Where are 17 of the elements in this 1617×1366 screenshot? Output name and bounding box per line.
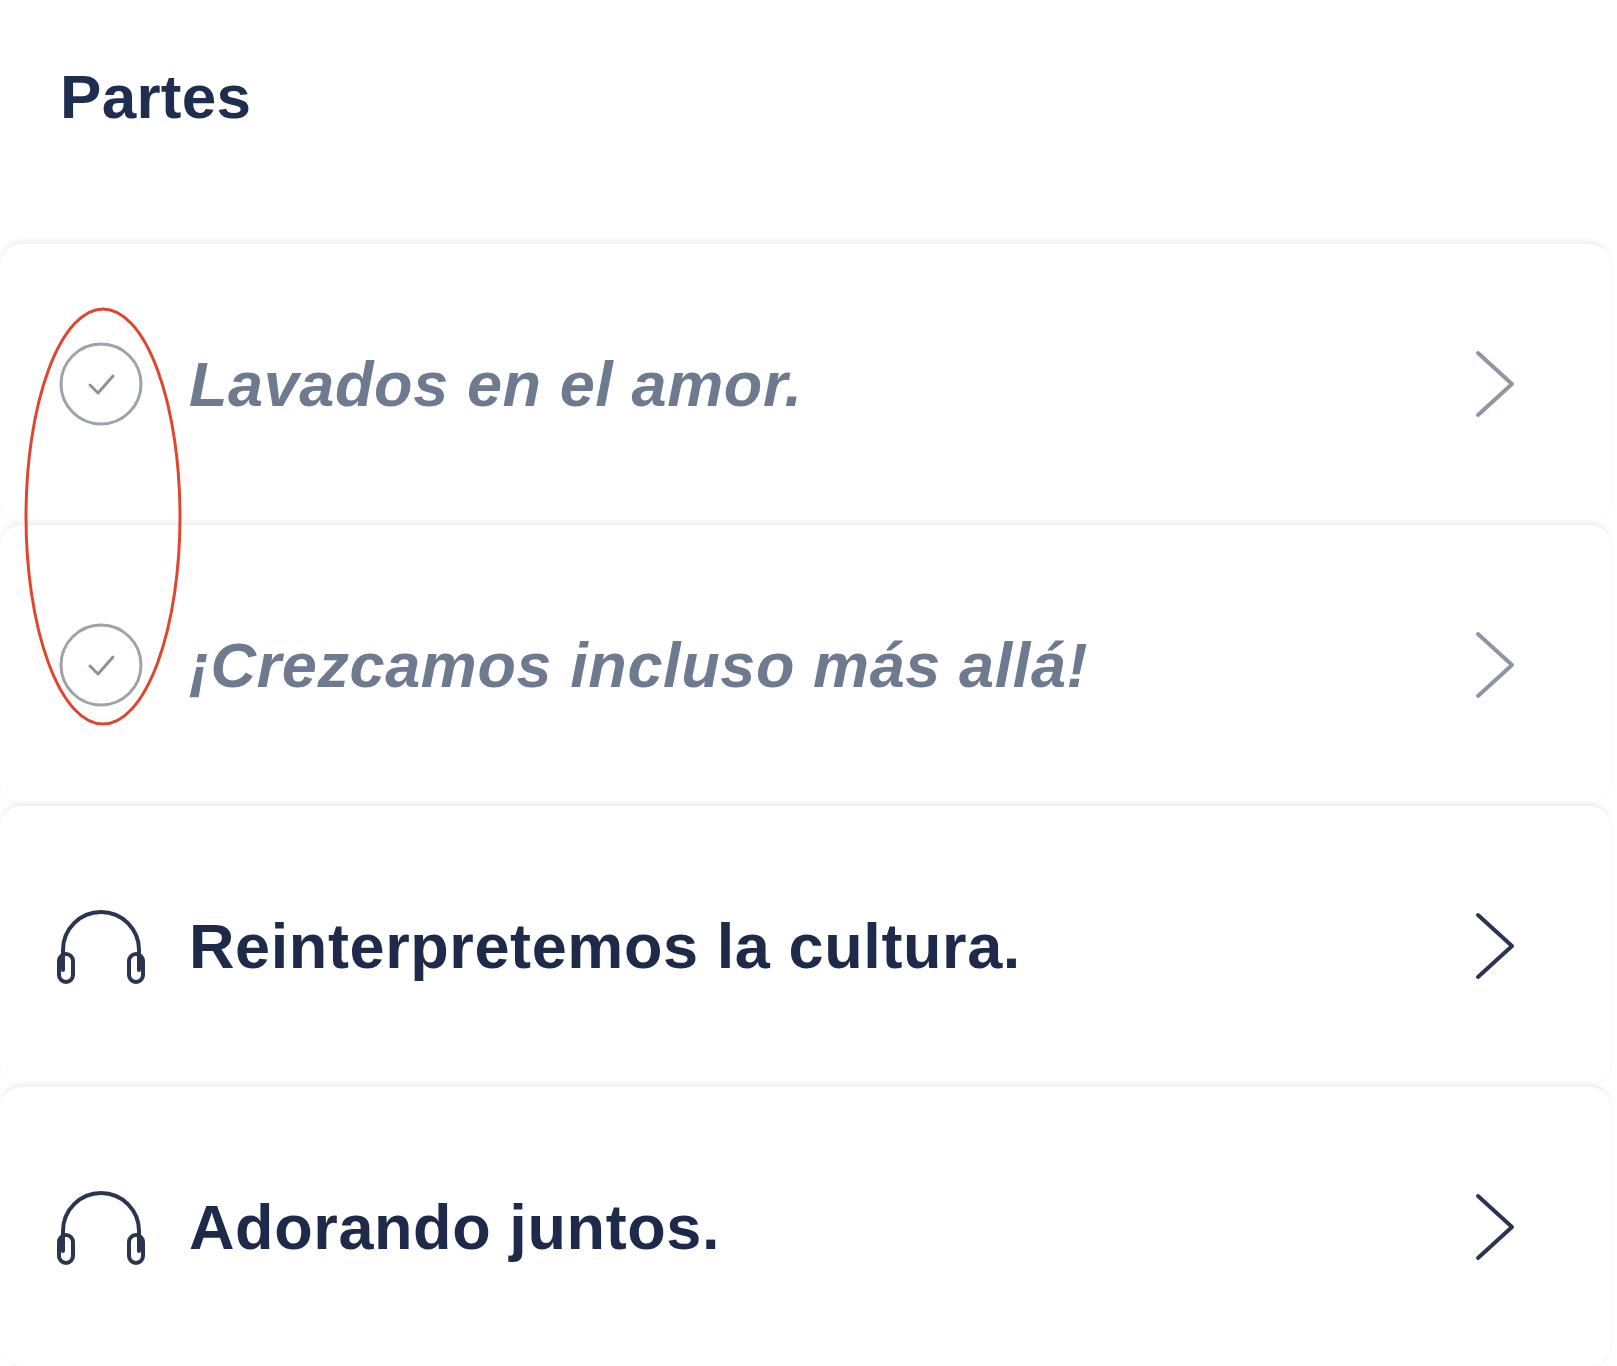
part-title: Lavados en el amor. [189,347,804,421]
part-title: Adorando juntos. [189,1190,722,1264]
part-list-item[interactable]: Reinterpretemos la cultura. [0,804,1611,1085]
headphones-icon [57,907,145,984]
chevron-right-icon [1475,349,1515,418]
part-title: ¡Crezcamos incluso más allá! [189,628,1090,702]
check-circle-icon [58,621,144,708]
headphones-icon [57,1188,145,1265]
part-list-item[interactable]: ¡Crezcamos incluso más allá! [0,523,1611,804]
part-list-item[interactable]: Lavados en el amor. [0,242,1611,523]
chevron-right-icon [1475,630,1515,699]
part-title: Reinterpretemos la cultura. [189,909,1022,983]
chevron-right-icon [1475,1192,1515,1261]
chevron-right-icon [1475,911,1515,980]
section-title: Partes [60,61,252,133]
part-list-item[interactable]: Adorando juntos. [0,1085,1611,1366]
check-circle-icon [58,340,144,427]
